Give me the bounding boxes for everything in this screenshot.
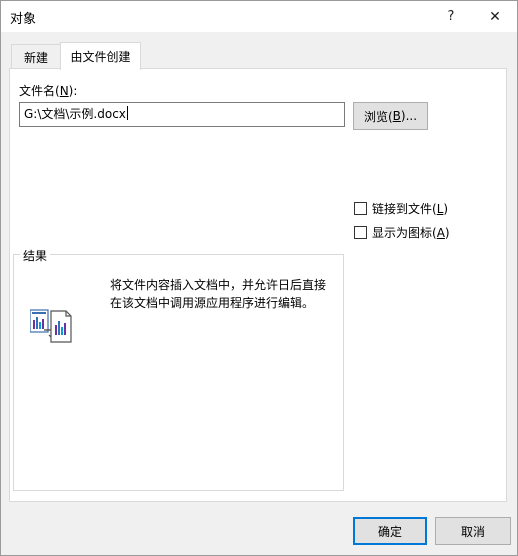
close-button[interactable]: ✕ [473, 1, 517, 32]
display-as-icon-checkbox[interactable] [354, 226, 367, 239]
embedded-document-icon [30, 309, 72, 343]
result-description: 将文件内容插入文档中，并允许日后直接 在该文档中调用源应用程序进行编辑。 [110, 278, 327, 310]
help-icon: ? [447, 9, 455, 24]
title-bar: 对象 ? ✕ [1, 1, 517, 32]
ok-button[interactable]: 确定 [353, 517, 427, 545]
filename-value: G:\文档\示例.docx [24, 107, 126, 121]
link-to-file-checkbox[interactable] [354, 202, 367, 215]
text-caret [126, 106, 128, 120]
help-button[interactable]: ? [429, 1, 473, 32]
result-group: 结果 将文件内容插入文档中，并允许日后直接 在该文档中调用源应用程序进行编辑。 [13, 247, 344, 491]
cancel-button[interactable]: 取消 [435, 517, 511, 545]
object-dialog: 对象 ? ✕ 新建 由文件创建 文件名(N): G:\文档\示例.docx 浏览… [0, 0, 518, 556]
tab-new[interactable]: 新建 [11, 44, 61, 69]
display-as-icon-option[interactable]: 显示为图标(A) [354, 224, 450, 241]
filename-label: 文件名(N): [19, 84, 78, 98]
close-icon: ✕ [489, 8, 501, 25]
display-as-icon-label: 显示为图标(A) [372, 226, 450, 240]
link-to-file-label: 链接到文件(L) [372, 202, 449, 216]
link-to-file-option[interactable]: 链接到文件(L) [354, 200, 448, 217]
result-group-title: 结果 [20, 247, 51, 264]
filename-input[interactable]: G:\文档\示例.docx [19, 102, 345, 127]
browse-button[interactable]: 浏览(B)... [353, 102, 428, 130]
dialog-title: 对象 [10, 12, 37, 27]
tab-create-from-file[interactable]: 由文件创建 [60, 42, 141, 70]
create-from-file-panel: 文件名(N): G:\文档\示例.docx 浏览(B)... 链接到文件(L) … [9, 68, 507, 502]
